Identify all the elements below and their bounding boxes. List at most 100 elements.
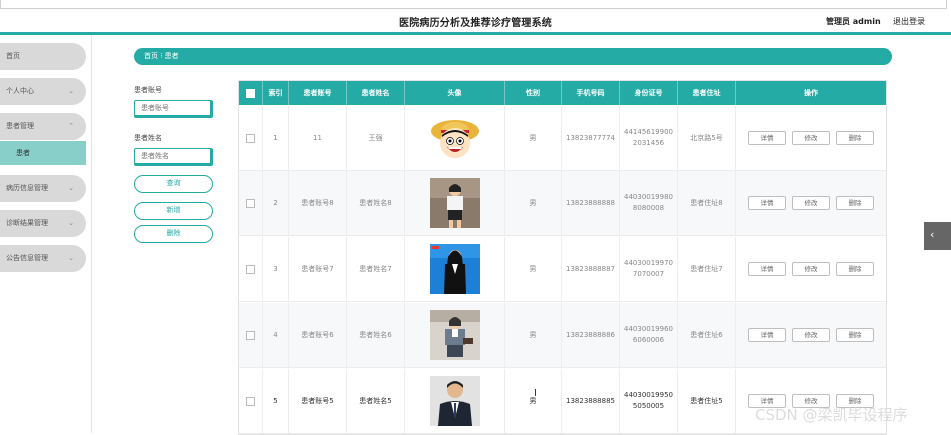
row-checkbox[interactable]: [246, 396, 255, 406]
add-button[interactable]: 新增: [134, 202, 213, 220]
address-text: 患者住址5: [690, 397, 723, 405]
delete-button[interactable]: 删除: [134, 225, 213, 243]
index-text: 4: [273, 331, 278, 339]
row-delete-button[interactable]: 删除: [836, 196, 874, 210]
account-cell: 患者账号6: [289, 303, 347, 367]
column-header: 患者账号: [289, 81, 347, 105]
name-text: 患者姓名7: [359, 265, 392, 273]
name-text: 患者姓名8: [359, 199, 392, 207]
gender-cell: 男: [505, 106, 562, 170]
patient-table: 索引 患者账号 患者姓名 头像 性别 手机号码 身份证号 患者住址 操作 1 11…: [238, 80, 887, 435]
query-button[interactable]: 查询: [134, 175, 213, 193]
detail-button[interactable]: 详情: [748, 262, 786, 276]
name-cell: 王强: [347, 106, 405, 170]
row-select-cell: [239, 106, 263, 170]
chevron-down-icon: ⌄: [68, 87, 74, 95]
column-header: 操作: [804, 89, 818, 97]
index-text: 3: [273, 265, 278, 273]
chevron-down-icon: ⌄: [68, 184, 74, 192]
sidebar-item-diagnosis[interactable]: 诊断结果管理 ⌄: [0, 210, 86, 237]
table-row: 4 患者账号6 患者姓名6 男 13823888886 44030019960 606000…: [239, 303, 886, 368]
sidebar-item-home[interactable]: 首页: [0, 43, 86, 70]
id-number-cell: 44145619900 2031456: [620, 106, 678, 170]
logout-link[interactable]: 退出登录: [893, 16, 925, 27]
avatar-cell: [405, 237, 505, 301]
index-cell: 1: [263, 106, 289, 170]
avatar: [429, 376, 480, 426]
detail-button[interactable]: 详情: [748, 131, 786, 145]
edit-button[interactable]: 修改: [792, 328, 830, 342]
row-delete-button[interactable]: 删除: [836, 328, 874, 342]
index-cell: 5: [263, 369, 289, 433]
row-select-cell: [239, 303, 263, 367]
id-number-line: 8080008: [632, 204, 665, 212]
sidebar-item-patient-management[interactable]: 患者管理 ⌃: [0, 113, 86, 140]
actions-cell: 详情 修改 删除: [736, 171, 886, 235]
sidebar-item-label: 个人中心: [6, 87, 34, 95]
name-text: 王强: [368, 134, 383, 142]
account-label: 患者账号: [134, 86, 162, 94]
name-cell: 患者姓名6: [347, 303, 405, 367]
account-search-input[interactable]: [134, 100, 213, 118]
actions-cell: 详情 修改 删除: [736, 237, 886, 301]
gender-text: 男: [529, 265, 537, 273]
avatar-cell: [405, 369, 505, 433]
gender-cell: 男: [505, 171, 562, 235]
select-all-checkbox[interactable]: [246, 88, 255, 98]
row-select-cell: [239, 369, 263, 433]
sidebar-item-announcements[interactable]: 公告信息管理 ⌄: [0, 245, 86, 272]
name-cell: 患者姓名7: [347, 237, 405, 301]
sidebar-subitem-patient[interactable]: 患者: [0, 141, 86, 165]
phone-text: 13823888886: [566, 331, 615, 339]
id-number-line: 7070007: [632, 270, 665, 278]
id-number-line: 44145619900: [624, 128, 673, 136]
sidebar-item-records[interactable]: 病历信息管理 ⌄: [0, 175, 86, 202]
sidebar-item-profile[interactable]: 个人中心 ⌄: [0, 78, 86, 105]
address-cell: 北京路5号: [678, 106, 736, 170]
account-text: 患者账号7: [301, 265, 334, 273]
edit-button[interactable]: 修改: [792, 131, 830, 145]
name-text: 患者姓名5: [359, 397, 392, 405]
select-all-header: [239, 81, 263, 105]
sidebar-item-label: 病历信息管理: [6, 184, 48, 192]
account-cell: 患者账号5: [289, 369, 347, 433]
id-number-line: 44030019980: [624, 193, 673, 201]
phone-cell: 13823888887: [562, 237, 620, 301]
index-text: 1: [273, 134, 278, 142]
detail-button[interactable]: 详情: [748, 196, 786, 210]
row-delete-button[interactable]: 删除: [836, 262, 874, 276]
id-number-line: 44030019960: [624, 325, 673, 333]
id-number-line: 2031456: [632, 139, 665, 147]
id-number-cell: 44030019980 8080008: [620, 171, 678, 235]
row-actions: 详情 修改 删除: [748, 262, 874, 276]
detail-button[interactable]: 详情: [748, 328, 786, 342]
row-actions: 详情 修改 删除: [748, 196, 874, 210]
address-text: 患者住址6: [690, 331, 723, 339]
avatar: [429, 310, 480, 360]
row-select-cell: [239, 171, 263, 235]
edit-button[interactable]: 修改: [792, 196, 830, 210]
name-text: 患者姓名6: [359, 331, 392, 339]
sidebar-item-label: 患者管理: [6, 122, 34, 130]
row-checkbox[interactable]: [246, 198, 255, 208]
row-checkbox[interactable]: [246, 133, 255, 143]
table-row: 1 11 王强男 13823877774 44145619900 2031456 北京路5号…: [239, 106, 886, 171]
chevron-left-icon: ‹: [930, 228, 935, 241]
index-cell: 3: [263, 237, 289, 301]
id-number-cell: 44030019960 6060006: [620, 303, 678, 367]
avatar: [429, 178, 480, 228]
account-cell: 患者账号7: [289, 237, 347, 301]
side-collapse-tab[interactable]: ‹: [924, 222, 951, 250]
account-text: 患者账号6: [301, 331, 334, 339]
table-row: 2 患者账号8 患者姓名8 男 13823888888 44030019980 808000…: [239, 171, 886, 236]
row-checkbox[interactable]: [246, 330, 255, 340]
row-checkbox[interactable]: [246, 264, 255, 274]
avatar-cell: [405, 171, 505, 235]
column-header: 性别: [505, 81, 562, 105]
phone-cell: 13823888888: [562, 171, 620, 235]
row-delete-button[interactable]: 删除: [836, 131, 874, 145]
name-search-input[interactable]: [134, 148, 213, 166]
phone-text: 13823888885: [566, 397, 615, 405]
edit-button[interactable]: 修改: [792, 262, 830, 276]
column-header: 患者住址: [678, 81, 736, 105]
